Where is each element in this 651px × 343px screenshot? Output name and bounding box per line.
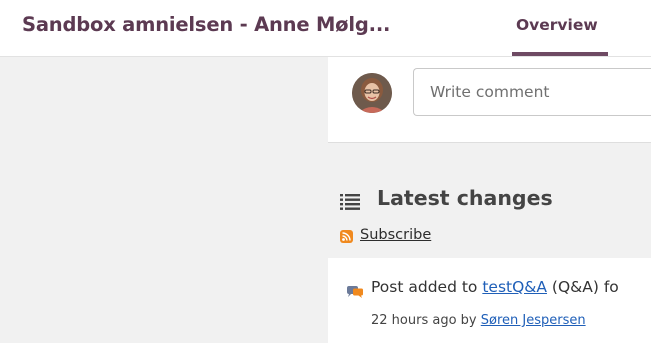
latest-changes-title: Latest changes bbox=[377, 186, 553, 210]
change-target-link[interactable]: testQ&A bbox=[482, 278, 547, 296]
rss-icon bbox=[340, 230, 353, 243]
change-by-label: by bbox=[456, 313, 481, 328]
change-meta: 22 hours ago by Søren Jespersen bbox=[371, 313, 586, 328]
comment-card bbox=[328, 57, 651, 143]
write-comment-input[interactable] bbox=[413, 68, 651, 116]
change-suffix: (Q&A) fo bbox=[547, 278, 619, 296]
top-header: Sandbox amnielsen - Anne Mølg... Overvie… bbox=[0, 0, 651, 57]
change-author-link[interactable]: Søren Jespersen bbox=[481, 313, 586, 328]
left-sidebar-area bbox=[8, 57, 324, 343]
list-icon bbox=[340, 194, 360, 210]
avatar-image bbox=[352, 73, 392, 113]
site-title[interactable]: Sandbox amnielsen - Anne Mølg... bbox=[22, 13, 390, 36]
tab-overview-label: Overview bbox=[516, 16, 598, 34]
change-time: 22 hours ago bbox=[371, 313, 457, 328]
change-description: Post added to testQ&A (Q&A) fo bbox=[371, 278, 619, 296]
subscribe-link[interactable]: Subscribe bbox=[360, 227, 431, 243]
tab-active-indicator bbox=[512, 52, 608, 56]
tab-overview[interactable]: Overview bbox=[512, 0, 608, 57]
user-avatar bbox=[352, 73, 392, 113]
chat-bubbles-icon bbox=[347, 286, 363, 298]
change-prefix: Post added to bbox=[371, 278, 483, 296]
change-item: Post added to testQ&A (Q&A) fo 22 hours … bbox=[328, 258, 651, 343]
